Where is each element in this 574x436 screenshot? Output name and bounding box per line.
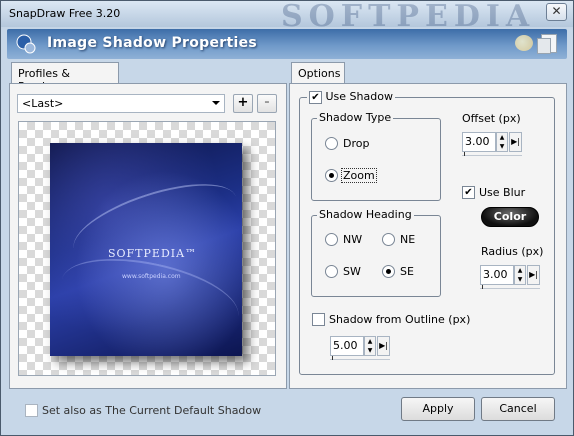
default-shadow-checkbox[interactable] bbox=[25, 404, 38, 417]
shadow-outline-label: Shadow from Outline (px) bbox=[329, 313, 471, 326]
tab-options-label: Options bbox=[298, 67, 341, 80]
minus-icon: - bbox=[264, 95, 270, 110]
profile-select[interactable]: <Last> bbox=[17, 94, 225, 113]
radius-end-button[interactable]: ▶| bbox=[527, 265, 540, 285]
radio-drop-label: Drop bbox=[343, 137, 370, 150]
shadow-outline-updown[interactable]: ▲ ▼ bbox=[364, 336, 376, 356]
preview-image: SOFTPEDIA™ www.softpedia.com bbox=[50, 143, 246, 356]
dialog-header: Image Shadow Properties bbox=[7, 29, 567, 59]
use-blur-label: Use Blur bbox=[479, 186, 526, 199]
remove-profile-button[interactable]: - bbox=[257, 94, 277, 113]
shadow-heading-group bbox=[311, 215, 441, 297]
shadow-outline-end-button[interactable]: ▶| bbox=[377, 336, 390, 356]
page-title: Image Shadow Properties bbox=[47, 35, 258, 51]
offset-label: Offset (px) bbox=[462, 112, 521, 125]
use-shadow-label: Use Shadow bbox=[325, 90, 393, 103]
close-button[interactable]: ✕ bbox=[546, 3, 567, 21]
radio-zoom[interactable] bbox=[325, 169, 338, 182]
radius-track[interactable] bbox=[480, 285, 540, 289]
app-icon bbox=[16, 34, 36, 54]
preview-url-text: www.softpedia.com bbox=[122, 273, 181, 280]
apply-button[interactable]: Apply bbox=[401, 397, 475, 421]
radio-drop[interactable] bbox=[325, 137, 338, 150]
radius-updown[interactable]: ▲ ▼ bbox=[514, 265, 526, 285]
preview-swirl bbox=[54, 245, 246, 351]
radio-ne[interactable] bbox=[382, 233, 395, 246]
color-button[interactable]: Color bbox=[481, 207, 539, 227]
lightbulb-icon[interactable] bbox=[515, 35, 533, 51]
use-shadow-checkbox[interactable]: ✔ bbox=[309, 90, 322, 104]
add-profile-button[interactable]: + bbox=[233, 94, 253, 113]
radio-sw[interactable] bbox=[325, 265, 338, 278]
shadow-outline-track[interactable] bbox=[330, 356, 390, 360]
use-blur-checkbox[interactable]: ✔ bbox=[462, 186, 475, 199]
radio-nw[interactable] bbox=[325, 233, 338, 246]
radius-input[interactable]: 3.00 bbox=[480, 265, 514, 285]
radio-nw-label: NW bbox=[343, 233, 363, 246]
cancel-button[interactable]: Cancel bbox=[481, 397, 555, 421]
copy-icon[interactable] bbox=[537, 34, 557, 54]
chevron-down-icon bbox=[212, 101, 220, 105]
radio-sw-label: SW bbox=[343, 265, 361, 278]
offset-spinner[interactable]: 3.00 ▲ ▼ ▶| bbox=[462, 132, 524, 156]
radio-zoom-label: Zoom bbox=[341, 168, 377, 183]
radio-se-label: SE bbox=[400, 265, 414, 278]
shadow-type-label: Shadow Type bbox=[317, 111, 394, 124]
radio-ne-label: NE bbox=[400, 233, 416, 246]
color-button-label: Color bbox=[493, 210, 527, 223]
shadow-type-group bbox=[311, 118, 441, 201]
shadow-outline-input[interactable]: 5.00 bbox=[330, 336, 364, 356]
tab-profiles-preview[interactable]: Profiles & Preview bbox=[11, 62, 119, 93]
offset-updown[interactable]: ▲ ▼ bbox=[496, 132, 508, 152]
offset-input[interactable]: 3.00 bbox=[462, 132, 496, 152]
window-title: SnapDraw Free 3.20 bbox=[9, 7, 121, 20]
radio-se[interactable] bbox=[382, 265, 395, 278]
offset-end-button[interactable]: ▶| bbox=[509, 132, 522, 152]
shadow-preview: SOFTPEDIA™ www.softpedia.com bbox=[18, 121, 276, 376]
cancel-button-label: Cancel bbox=[499, 402, 537, 415]
use-shadow-label-wrap: ✔ Use Shadow bbox=[307, 90, 395, 104]
apply-button-label: Apply bbox=[422, 402, 454, 415]
shadow-outline-spinner[interactable]: 5.00 ▲ ▼ ▶| bbox=[330, 336, 392, 360]
shadow-heading-label: Shadow Heading bbox=[317, 208, 414, 221]
radius-spinner[interactable]: 3.00 ▲ ▼ ▶| bbox=[480, 265, 542, 289]
shadow-outline-checkbox[interactable] bbox=[312, 313, 325, 326]
tab-options[interactable]: Options bbox=[291, 62, 345, 84]
profile-select-value: <Last> bbox=[22, 97, 64, 110]
preview-logo-text: SOFTPEDIA™ bbox=[108, 247, 198, 260]
close-icon: ✕ bbox=[551, 4, 562, 18]
default-shadow-label: Set also as The Current Default Shadow bbox=[42, 404, 262, 417]
offset-track[interactable] bbox=[462, 152, 522, 156]
app-window: SnapDraw Free 3.20 SOFTPEDIA ✕ Image Sha… bbox=[0, 0, 574, 436]
plus-icon: + bbox=[237, 95, 249, 110]
title-bar: SnapDraw Free 3.20 SOFTPEDIA ✕ bbox=[1, 0, 573, 34]
radius-label: Radius (px) bbox=[481, 245, 544, 258]
